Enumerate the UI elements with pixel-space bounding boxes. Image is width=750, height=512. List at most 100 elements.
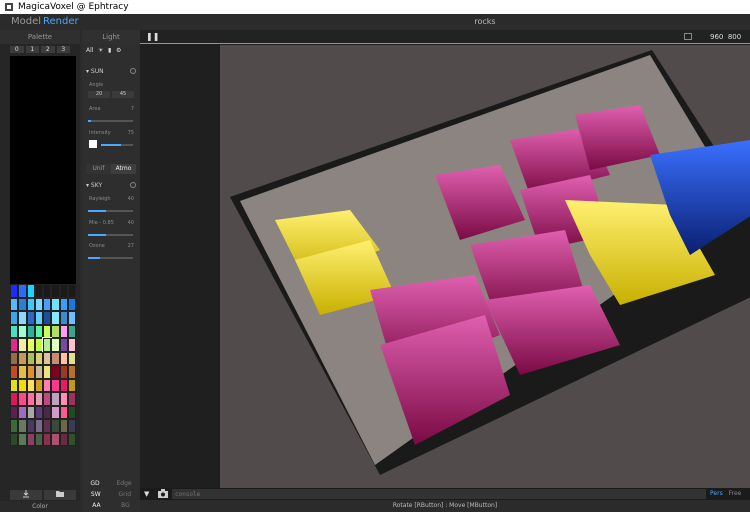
palette-tab-2[interactable]: 2 <box>41 46 55 53</box>
palette-swatch[interactable] <box>51 432 60 446</box>
palette-swatch[interactable] <box>43 284 52 298</box>
palette-swatch[interactable] <box>67 419 76 433</box>
palette-swatch[interactable] <box>67 338 76 352</box>
palette-swatch[interactable] <box>18 378 27 392</box>
palette-footer[interactable]: Color <box>0 501 80 512</box>
intensity-slider[interactable] <box>101 144 133 146</box>
palette-swatch[interactable] <box>51 284 60 298</box>
camera-icon[interactable] <box>158 489 168 498</box>
palette-swatch[interactable] <box>34 324 43 338</box>
palette-swatch[interactable] <box>43 419 52 433</box>
palette-swatch[interactable] <box>51 351 60 365</box>
mode-unif-button[interactable]: Unif <box>86 164 111 174</box>
palette-swatch[interactable] <box>34 405 43 419</box>
palette-swatch[interactable] <box>26 351 35 365</box>
palette-swatch[interactable] <box>51 419 60 433</box>
palette-swatch[interactable] <box>51 297 60 311</box>
palette-swatch[interactable] <box>34 365 43 379</box>
palette-swatch[interactable] <box>10 405 19 419</box>
palette-swatch[interactable] <box>67 432 76 446</box>
palette-swatch[interactable] <box>43 324 52 338</box>
render-height[interactable]: 800 <box>728 33 741 41</box>
palette-swatch[interactable] <box>26 419 35 433</box>
palette-swatch[interactable] <box>18 419 27 433</box>
angle-field-1[interactable]: 20 <box>88 91 110 98</box>
palette-swatch[interactable] <box>18 324 27 338</box>
toggle-sw[interactable]: SW <box>91 489 101 500</box>
palette-swatch[interactable] <box>10 351 19 365</box>
palette-swatch[interactable] <box>51 365 60 379</box>
palette-swatch[interactable] <box>59 284 68 298</box>
palette-swatch[interactable] <box>67 311 76 325</box>
palette-swatch[interactable] <box>26 405 35 419</box>
palette-swatch[interactable] <box>18 311 27 325</box>
palette-swatch[interactable] <box>18 338 27 352</box>
palette-swatch[interactable] <box>67 351 76 365</box>
palette-swatch[interactable] <box>10 297 19 311</box>
palette-swatch[interactable] <box>10 365 19 379</box>
palette-swatch[interactable] <box>59 378 68 392</box>
palette-swatch[interactable] <box>67 284 76 298</box>
palette-swatch[interactable] <box>34 351 43 365</box>
palette-swatch[interactable] <box>43 432 52 446</box>
palette-swatch[interactable] <box>34 432 43 446</box>
palette-swatch[interactable] <box>43 297 52 311</box>
palette-swatch[interactable] <box>67 297 76 311</box>
palette-swatch[interactable] <box>34 392 43 406</box>
palette-swatch[interactable] <box>18 297 27 311</box>
palette-swatch[interactable] <box>18 392 27 406</box>
palette-swatch[interactable] <box>67 324 76 338</box>
sky-section[interactable]: ▾ SKY <box>86 182 136 189</box>
palette-swatch[interactable] <box>59 432 68 446</box>
palette-swatch[interactable] <box>59 419 68 433</box>
palette-swatch[interactable] <box>43 365 52 379</box>
palette-tab-0[interactable]: 0 <box>10 46 24 53</box>
palette-swatch[interactable] <box>59 324 68 338</box>
palette-swatch[interactable] <box>18 351 27 365</box>
palette-swatch[interactable] <box>26 378 35 392</box>
palette-swatch[interactable] <box>51 324 60 338</box>
chevron-down-icon[interactable]: ▼ <box>144 488 149 500</box>
console-input[interactable] <box>172 489 706 499</box>
palette-swatch[interactable] <box>51 405 60 419</box>
palette-swatch[interactable] <box>67 365 76 379</box>
toggle-gd[interactable]: GD <box>90 478 99 489</box>
palette-swatch[interactable] <box>34 284 43 298</box>
import-button[interactable] <box>10 490 42 500</box>
filter-all-button[interactable]: All <box>86 47 93 54</box>
palette-swatch[interactable] <box>51 338 60 352</box>
palette-swatch[interactable] <box>43 405 52 419</box>
palette-swatch[interactable] <box>51 378 60 392</box>
palette-swatch[interactable] <box>26 297 35 311</box>
palette-swatch[interactable] <box>10 419 19 433</box>
palette-swatch[interactable] <box>59 392 68 406</box>
palette-swatch[interactable] <box>59 365 68 379</box>
palette-swatch[interactable] <box>34 338 43 352</box>
palette-swatch[interactable] <box>10 338 19 352</box>
palette-swatch[interactable] <box>18 432 27 446</box>
rayleigh-slider[interactable] <box>88 210 133 212</box>
palette-swatch[interactable] <box>18 405 27 419</box>
gear-icon[interactable]: ⚙ <box>116 47 121 54</box>
palette-swatch[interactable] <box>67 392 76 406</box>
mode-atmo-button[interactable]: Atmo <box>111 164 136 174</box>
palette-grid[interactable] <box>10 284 76 446</box>
render-size[interactable]: 960 800 <box>710 30 741 44</box>
palette-swatch[interactable] <box>59 338 68 352</box>
palette-swatch[interactable] <box>18 365 27 379</box>
palette-swatch[interactable] <box>10 284 19 298</box>
mode-pers[interactable]: Pers <box>710 490 723 497</box>
chart-filter-icon[interactable]: ▮ <box>108 47 111 54</box>
palette-swatch[interactable] <box>18 284 27 298</box>
palette-swatch[interactable] <box>59 351 68 365</box>
palette-swatch[interactable] <box>26 311 35 325</box>
palette-swatch[interactable] <box>43 351 52 365</box>
sun-filter-icon[interactable]: ☀ <box>98 47 103 54</box>
palette-swatch[interactable] <box>34 297 43 311</box>
sun-section[interactable]: ▾ SUN <box>86 68 136 75</box>
palette-swatch[interactable] <box>51 392 60 406</box>
mode-free[interactable]: Free <box>729 490 742 497</box>
palette-swatch[interactable] <box>26 392 35 406</box>
mie-slider[interactable] <box>88 234 133 236</box>
toggle-edge[interactable]: Edge <box>116 478 131 489</box>
